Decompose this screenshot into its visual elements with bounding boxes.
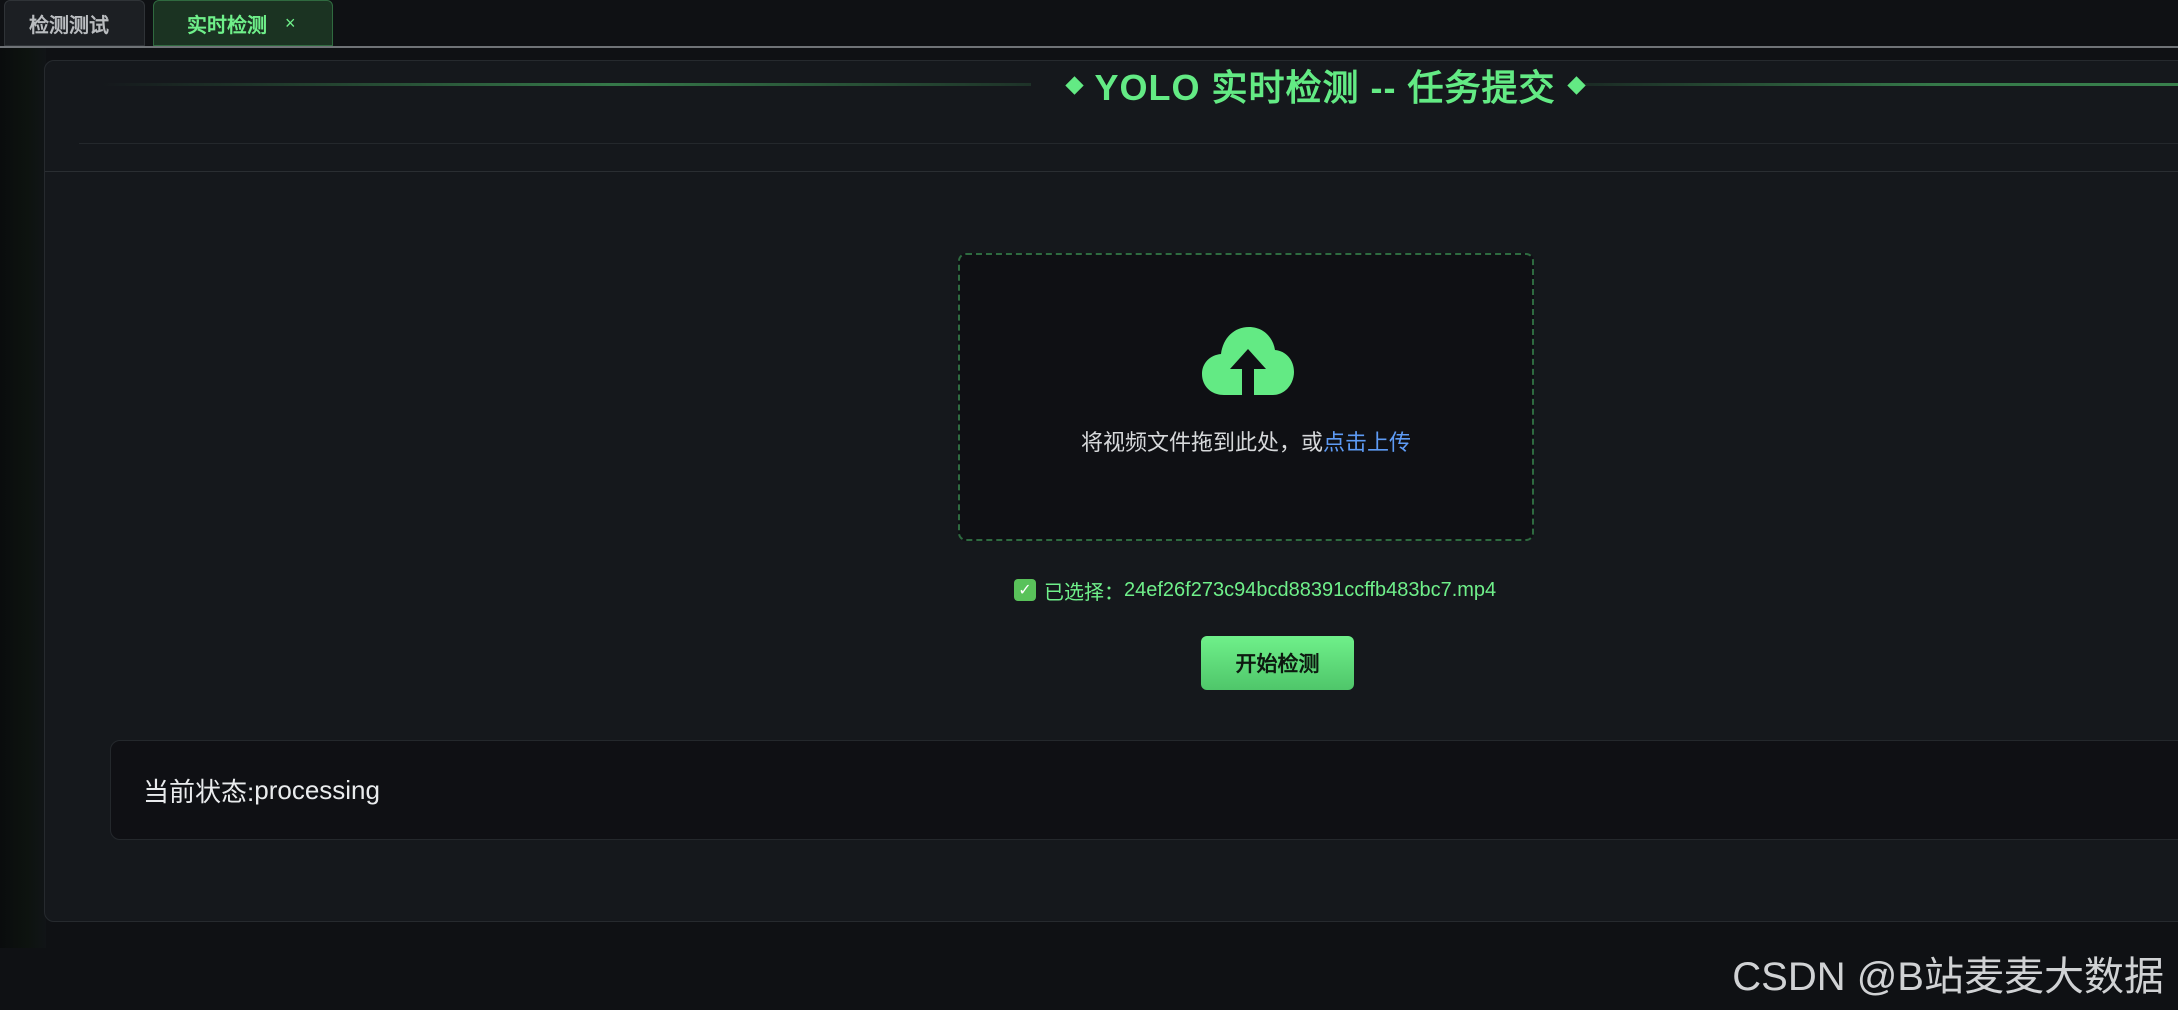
selected-prefix: 已选择： xyxy=(1044,581,1124,604)
status-panel: 当前状态: processing xyxy=(110,740,2178,840)
selected-file: ✓ 已选择： 24ef26f273c94bcd88391ccffb483bc7.… xyxy=(1014,577,1497,604)
status-text: 当前状态: processing xyxy=(143,741,380,839)
tab-label: 实时检测 xyxy=(187,14,267,37)
title-divider xyxy=(79,143,2178,144)
status-value: processing xyxy=(254,774,380,805)
tab-bar: 检测测试 实时检测 × xyxy=(0,0,2178,48)
upload-cloud-icon xyxy=(1202,327,1294,395)
title-decor-line-right xyxy=(1583,83,2178,86)
check-icon: ✓ xyxy=(1014,579,1036,601)
page: 检测测试 实时检测 × YOLO 实时检测 -- 任务提交 将视频文件拖到此处，… xyxy=(0,0,2178,1010)
start-detection-button[interactable]: 开始检测 xyxy=(1201,636,1354,690)
diamond-icon xyxy=(1064,75,1084,95)
click-upload-link[interactable]: 点击上传 xyxy=(1323,430,1411,455)
tab-detection-test[interactable]: 检测测试 xyxy=(4,0,145,46)
watermark: CSDN @B站麦麦大数据 xyxy=(1732,955,2164,999)
close-icon[interactable]: × xyxy=(285,13,296,34)
header-divider xyxy=(45,171,2178,172)
tab-realtime-detection[interactable]: 实时检测 × xyxy=(153,0,333,46)
page-title: YOLO 实时检测 -- 任务提交 xyxy=(995,61,1655,109)
upload-dropzone[interactable]: 将视频文件拖到此处，或点击上传 xyxy=(958,253,1534,541)
selected-filename: 24ef26f273c94bcd88391ccffb483bc7.mp4 xyxy=(1124,578,1497,601)
page-title-text: YOLO 实时检测 -- 任务提交 xyxy=(1094,67,1556,108)
diamond-icon xyxy=(1566,75,1586,95)
upload-hint: 将视频文件拖到此处，或点击上传 xyxy=(960,425,1532,457)
status-label: 当前状态: xyxy=(143,776,255,807)
title-decor-line-left xyxy=(101,83,1031,86)
left-edge xyxy=(0,48,46,948)
upload-hint-text: 将视频文件拖到此处，或 xyxy=(1080,430,1323,455)
tab-label: 检测测试 xyxy=(29,14,109,37)
